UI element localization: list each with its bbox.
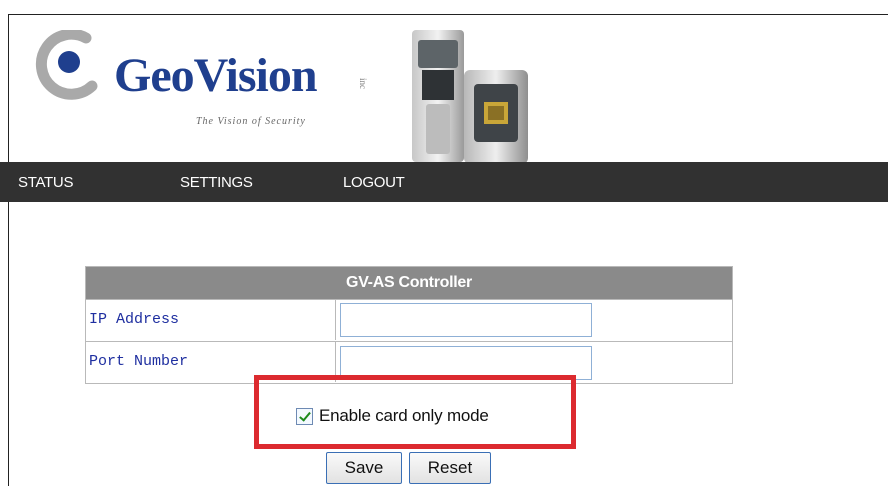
card-only-mode-option[interactable]: Enable card only mode	[296, 406, 489, 426]
card-only-mode-checkbox[interactable]	[296, 407, 313, 425]
brand-name: GeoVision	[114, 49, 318, 102]
table-title: GV-AS Controller	[86, 267, 732, 299]
nav-settings-link[interactable]: SETTINGS	[180, 174, 253, 191]
brand-tagline: The Vision of Security	[196, 116, 306, 127]
reset-button[interactable]: Reset	[409, 452, 491, 484]
port-number-label: Port Number	[89, 353, 189, 370]
ip-address-label: IP Address	[89, 311, 180, 328]
nav-bar: STATUS SETTINGS LOGOUT	[0, 162, 888, 202]
ip-address-row: IP Address	[86, 299, 732, 340]
card-reader-device-image	[412, 30, 464, 162]
nav-logout-link[interactable]: LOGOUT	[343, 174, 405, 191]
column-divider	[335, 300, 336, 340]
brand-suffix: inc	[358, 78, 368, 89]
card-only-mode-label[interactable]: Enable card only mode	[319, 406, 489, 426]
geovision-logo: GeoVision inc The Vision of Security	[28, 24, 378, 134]
ip-address-input[interactable]	[340, 303, 592, 337]
controller-settings-table: GV-AS Controller IP Address Port Number	[85, 266, 733, 384]
fingerprint-reader-device-image	[464, 70, 528, 164]
logo-mark-icon	[35, 30, 98, 100]
nav-status-link[interactable]: STATUS	[18, 174, 73, 191]
save-button[interactable]: Save	[326, 452, 402, 484]
